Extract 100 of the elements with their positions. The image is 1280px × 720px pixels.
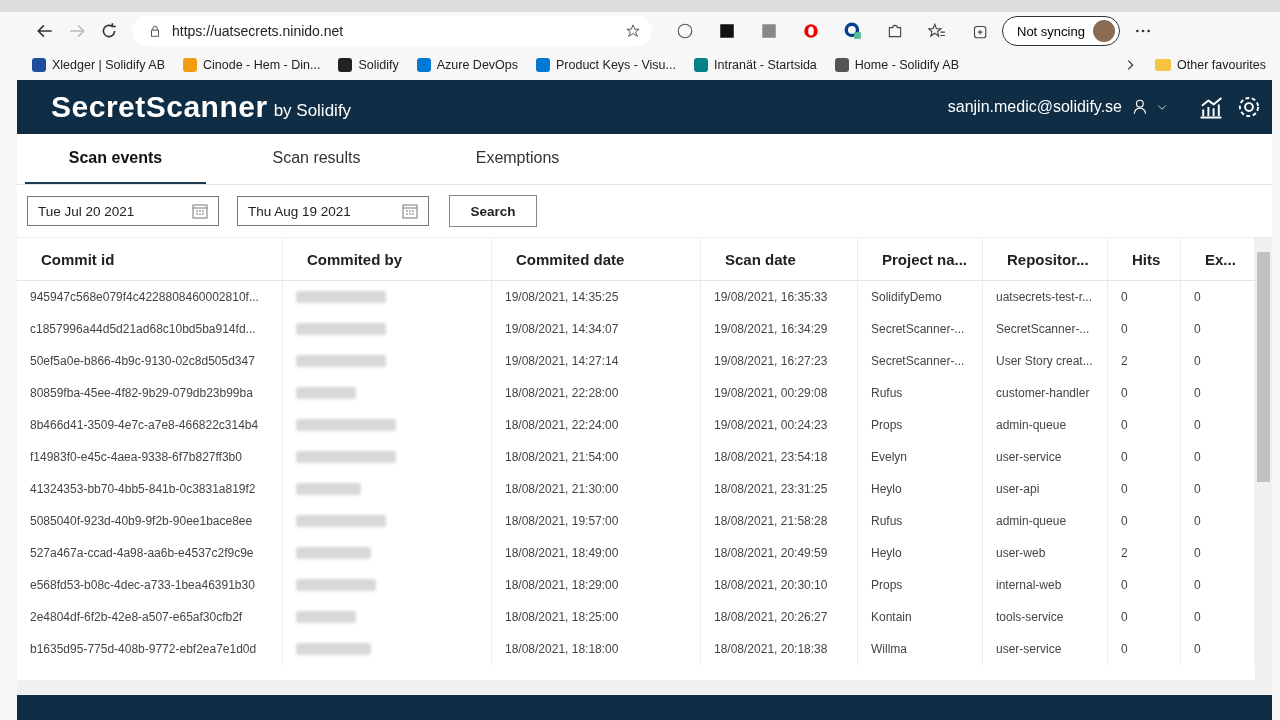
table-cell: SolidifyDemo bbox=[858, 281, 983, 313]
tab[interactable]: Scan events bbox=[25, 134, 206, 184]
table-cell: 18/08/2021, 19:57:00 bbox=[492, 505, 701, 537]
horizontal-scrollbar[interactable] bbox=[17, 680, 1272, 695]
table-cell: uatsecrets-test-r... bbox=[983, 281, 1108, 313]
refresh-icon[interactable] bbox=[100, 22, 118, 40]
table-cell: 18/08/2021, 20:49:59 bbox=[701, 537, 858, 569]
table-cell: 18/08/2021, 23:54:18 bbox=[701, 441, 858, 473]
table-cell: tools-service bbox=[983, 601, 1108, 633]
table-cell: 0 bbox=[1108, 441, 1181, 473]
table-cell: 18/08/2021, 20:26:27 bbox=[701, 601, 858, 633]
table-cell: user-web bbox=[983, 537, 1108, 569]
date-field[interactable]: Tue Jul 20 2021 bbox=[27, 196, 219, 226]
table-cell: 18/08/2021, 21:54:00 bbox=[492, 441, 701, 473]
column-header[interactable]: Repositor... bbox=[983, 238, 1108, 280]
table-cell: Willma bbox=[858, 633, 983, 665]
table-cell: customer-handler bbox=[983, 377, 1108, 409]
bookmark-link[interactable]: Solidify bbox=[338, 58, 399, 72]
search-button[interactable]: Search bbox=[449, 195, 537, 227]
opera-icon[interactable] bbox=[802, 22, 820, 40]
table-cell: 0 bbox=[1108, 601, 1181, 633]
vertical-scrollbar[interactable] bbox=[1255, 238, 1272, 680]
table-cell: Heylo bbox=[858, 473, 983, 505]
table-cell: user-service bbox=[983, 633, 1108, 665]
table-cell: 19/08/2021, 14:27:14 bbox=[492, 345, 701, 377]
user-email[interactable]: sanjin.medic@solidify.se bbox=[947, 98, 1122, 116]
column-header[interactable]: Project na... bbox=[858, 238, 983, 280]
table-cell: internal-web bbox=[983, 569, 1108, 601]
redacted-name bbox=[296, 611, 356, 623]
table-cell: 0 bbox=[1108, 633, 1181, 665]
table-cell: User Story creat... bbox=[983, 345, 1108, 377]
table-cell: c1857996a44d5d21ad68c10bd5ba914fd... bbox=[17, 313, 283, 345]
table-cell: 18/08/2021, 22:28:00 bbox=[492, 377, 701, 409]
tab[interactable]: Exemptions bbox=[427, 134, 608, 184]
table-cell: 19/08/2021, 14:34:07 bbox=[492, 313, 701, 345]
calendar-icon[interactable] bbox=[192, 203, 208, 219]
bookmark-link[interactable]: Home - Solidify AB bbox=[834, 58, 960, 72]
table-cell: f14983f0-e45c-4aea-9338-6f7b827ff3b0 bbox=[17, 441, 283, 473]
table-cell: 5085040f-923d-40b9-9f2b-90ee1bace8ee bbox=[17, 505, 283, 537]
table-cell: Props bbox=[858, 569, 983, 601]
redacted-name bbox=[296, 483, 361, 495]
avatar-icon bbox=[1092, 20, 1115, 42]
star-icon[interactable] bbox=[626, 24, 640, 38]
puzzle-icon[interactable] bbox=[886, 22, 904, 40]
column-header[interactable]: Scan date bbox=[701, 238, 858, 280]
lock-icon bbox=[148, 24, 162, 38]
table-cell: 18/08/2021, 21:30:00 bbox=[492, 473, 701, 505]
extension-icon[interactable] bbox=[676, 22, 694, 40]
bookmark-link[interactable]: Azure DevOps bbox=[416, 58, 518, 72]
table-cell: b1635d95-775d-408b-9772-ebf2ea7e1d0d bbox=[17, 633, 283, 665]
table-cell: admin-queue bbox=[983, 505, 1108, 537]
favorites-icon[interactable] bbox=[928, 22, 946, 40]
table-cell: Props bbox=[858, 409, 983, 441]
table-cell: 0 bbox=[1108, 473, 1181, 505]
table-cell: 0 bbox=[1108, 409, 1181, 441]
calendar-icon[interactable] bbox=[402, 203, 418, 219]
chart-icon[interactable] bbox=[1198, 94, 1224, 120]
extension-icon[interactable] bbox=[844, 22, 862, 40]
redacted-name bbox=[296, 387, 356, 399]
column-header[interactable]: Hits bbox=[1108, 238, 1181, 280]
address-bar[interactable]: https://uatsecrets.ninido.net bbox=[132, 16, 652, 46]
bookmark-link[interactable]: Cinode - Hem - Din... bbox=[183, 58, 321, 72]
other-favourites-link[interactable]: Other favourites bbox=[1155, 58, 1266, 72]
app-subtitle: by Solidify bbox=[273, 101, 352, 121]
table-cell: 18/08/2021, 20:30:10 bbox=[701, 569, 858, 601]
back-icon[interactable] bbox=[36, 22, 54, 40]
bookmark-link[interactable]: Intranät - Startsida bbox=[694, 58, 817, 72]
table-cell: 19/08/2021, 14:35:25 bbox=[492, 281, 701, 313]
column-header[interactable]: Commited date bbox=[492, 238, 701, 280]
table-cell: Rufus bbox=[858, 505, 983, 537]
table-cell: Heylo bbox=[858, 537, 983, 569]
bookmark-link[interactable]: Xledger | Solidify AB bbox=[32, 58, 166, 72]
table-cell: 19/08/2021, 16:34:29 bbox=[701, 313, 858, 345]
table-cell: 50ef5a0e-b866-4b9c-9130-02c8d505d347 bbox=[17, 345, 283, 377]
table-cell: 945947c568e079f4c4228808460002810f... bbox=[17, 281, 283, 313]
column-header[interactable]: Commit id bbox=[17, 238, 283, 280]
table-cell: 18/08/2021, 18:29:00 bbox=[492, 569, 701, 601]
column-header[interactable]: Commited by bbox=[283, 238, 492, 280]
settings-icon[interactable] bbox=[1236, 94, 1262, 120]
table-cell: SecretScanner-... bbox=[858, 313, 983, 345]
table-cell: 18/08/2021, 18:18:00 bbox=[492, 633, 701, 665]
table-cell: 0 bbox=[1108, 569, 1181, 601]
date-field[interactable]: Thu Aug 19 2021 bbox=[237, 196, 429, 226]
table-cell: Rufus bbox=[858, 377, 983, 409]
table-cell: 527a467a-ccad-4a98-aa6b-e4537c2f9c9e bbox=[17, 537, 283, 569]
table-cell: 18/08/2021, 22:24:00 bbox=[492, 409, 701, 441]
table-cell: 2e4804df-6f2b-42e8-a507-e65af30cfb2f bbox=[17, 601, 283, 633]
table-cell: 0 bbox=[1108, 281, 1181, 313]
table-cell: 18/08/2021, 20:18:38 bbox=[701, 633, 858, 665]
table-cell: 2 bbox=[1108, 537, 1181, 569]
table-cell: 19/08/2021, 00:24:23 bbox=[701, 409, 858, 441]
table-cell: 18/08/2021, 18:49:00 bbox=[492, 537, 701, 569]
table-cell: 8b466d41-3509-4e7c-a7e8-466822c314b4 bbox=[17, 409, 283, 441]
table-cell: Evelyn bbox=[858, 441, 983, 473]
table-cell: 0 bbox=[1108, 377, 1181, 409]
table-cell: 19/08/2021, 00:29:08 bbox=[701, 377, 858, 409]
extension-icon[interactable] bbox=[718, 22, 736, 40]
profile-button[interactable]: Not syncing bbox=[1002, 16, 1120, 46]
tab[interactable]: Scan results bbox=[226, 134, 407, 184]
bookmark-link[interactable]: Product Keys - Visu... bbox=[536, 58, 676, 72]
